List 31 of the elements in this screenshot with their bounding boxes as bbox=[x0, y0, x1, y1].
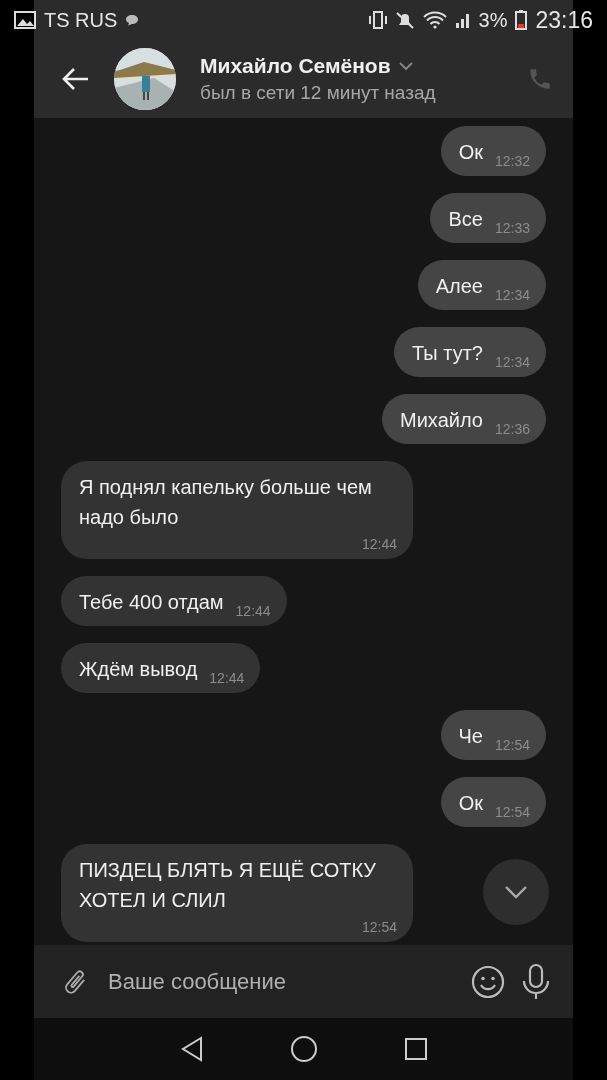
sent-message: Ок 12:32 bbox=[440, 126, 546, 176]
sent-message: Михайло 12:36 bbox=[382, 394, 546, 444]
back-nav-button[interactable] bbox=[179, 1036, 204, 1062]
sent-message: Все 12:33 bbox=[430, 193, 546, 243]
battery-percent: 3% bbox=[478, 8, 508, 32]
recents-nav-button[interactable] bbox=[403, 1037, 428, 1061]
chevron-icon bbox=[398, 62, 413, 70]
contact-name[interactable]: Михайло Семёнов bbox=[200, 54, 391, 78]
message-icon bbox=[125, 14, 140, 26]
received-message: Ждём вывод 12:44 bbox=[61, 643, 261, 693]
sent-message: Ты тут? 12:34 bbox=[394, 327, 546, 377]
carrier-name: TS RUS bbox=[44, 8, 118, 32]
wifi-icon bbox=[422, 11, 447, 29]
chevron-down-icon bbox=[504, 885, 528, 899]
signal-icon bbox=[454, 11, 471, 29]
received-message: ПИЗДЕЦ БЛЯТЬ Я ЕЩЁ СОТКУ ХОТЕЛ И СЛИЛ 12:54 bbox=[61, 844, 413, 942]
battery-icon bbox=[515, 10, 528, 30]
received-message: Тебе 400 отдам 12:44 bbox=[61, 576, 287, 626]
last-seen: был в сети 12 минут назад bbox=[200, 82, 437, 104]
gallery-icon bbox=[14, 11, 36, 29]
microphone-button[interactable] bbox=[521, 962, 551, 1001]
sent-message: Ок 12:54 bbox=[440, 777, 546, 827]
sent-message: Алее 12:34 bbox=[417, 260, 546, 310]
back-button[interactable] bbox=[62, 67, 90, 91]
muted-bell-icon bbox=[394, 10, 415, 30]
emoji-button[interactable] bbox=[471, 964, 505, 999]
home-nav-button[interactable] bbox=[289, 1035, 318, 1063]
sent-message: Че 12:54 bbox=[440, 710, 546, 760]
clock-time: 23:16 bbox=[535, 6, 593, 34]
received-message: Я поднял капельку больше чем надо было 12:44 bbox=[61, 461, 413, 559]
vibrate-icon bbox=[368, 10, 387, 30]
